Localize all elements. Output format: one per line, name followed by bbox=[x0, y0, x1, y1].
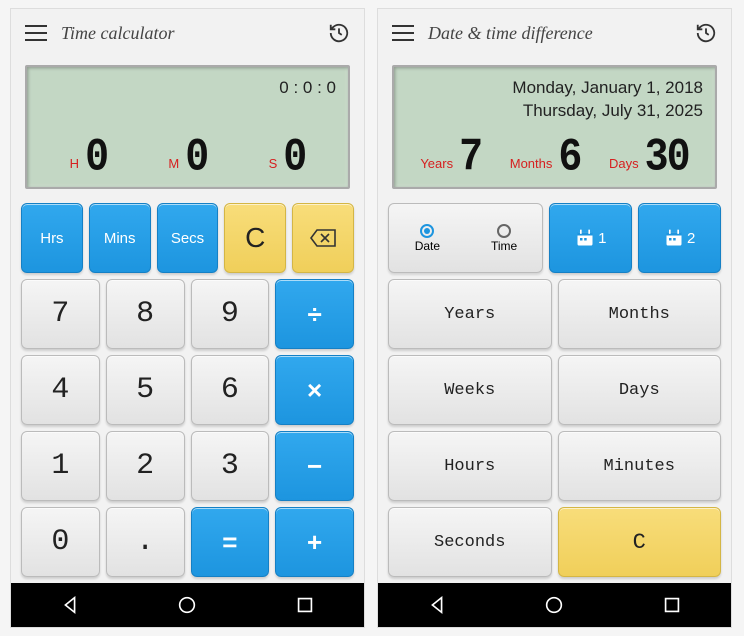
lcd-display: 0 : 0 : 0 H 0 M 0 S 0 bbox=[25, 65, 350, 189]
nav-home-icon[interactable] bbox=[543, 594, 565, 616]
years-button[interactable]: Years bbox=[388, 279, 552, 349]
digit-months: 6 bbox=[558, 133, 580, 185]
calendar-2-button[interactable]: 2 bbox=[638, 203, 721, 273]
label-m: M bbox=[168, 156, 179, 171]
seconds-button[interactable]: Seconds bbox=[388, 507, 552, 577]
radio-off-icon bbox=[497, 224, 511, 238]
lcd-units: Years 7 Months 6 Days 30 bbox=[406, 133, 703, 181]
num-7[interactable]: 7 bbox=[21, 279, 100, 349]
hours-button[interactable]: Hours bbox=[388, 431, 552, 501]
num-0[interactable]: 0 bbox=[21, 507, 100, 577]
segment-date[interactable]: Date bbox=[389, 220, 466, 257]
seconds-button[interactable]: Secs bbox=[157, 203, 219, 273]
radio-on-icon bbox=[420, 224, 434, 238]
divide-button[interactable]: ÷ bbox=[275, 279, 354, 349]
digit-s: 0 bbox=[283, 133, 305, 185]
label-s: S bbox=[269, 156, 278, 171]
num-8[interactable]: 8 bbox=[106, 279, 185, 349]
label-days: Days bbox=[609, 156, 639, 171]
menu-icon[interactable] bbox=[392, 25, 414, 41]
nav-recent-icon[interactable] bbox=[661, 594, 683, 616]
page-title: Date & time difference bbox=[428, 23, 681, 44]
keypad: Date Time 1 bbox=[378, 199, 731, 583]
time-calculator-screen: Time calculator 0 : 0 : 0 H 0 M 0 S 0 bbox=[10, 8, 365, 628]
android-navbar bbox=[378, 583, 731, 627]
clear-button[interactable]: C bbox=[224, 203, 286, 273]
num-2[interactable]: 2 bbox=[106, 431, 185, 501]
num-3[interactable]: 3 bbox=[191, 431, 270, 501]
digit-h: 0 bbox=[85, 133, 107, 185]
menu-icon[interactable] bbox=[25, 25, 47, 41]
label-months: Months bbox=[510, 156, 553, 171]
label-years: Years bbox=[420, 156, 453, 171]
calendar-icon bbox=[664, 228, 684, 248]
nav-recent-icon[interactable] bbox=[294, 594, 316, 616]
header: Time calculator bbox=[11, 9, 364, 57]
digit-days: 30 bbox=[645, 133, 689, 185]
lcd-units: H 0 M 0 S 0 bbox=[39, 133, 336, 181]
keypad: Hrs Mins Secs C 7 8 9 ÷ 4 5 6 × 1 bbox=[11, 199, 364, 583]
subtract-button[interactable]: − bbox=[275, 431, 354, 501]
lcd-readout: 0 : 0 : 0 bbox=[39, 75, 336, 133]
num-9[interactable]: 9 bbox=[191, 279, 270, 349]
date-time-segment: Date Time bbox=[388, 203, 543, 273]
add-button[interactable]: + bbox=[275, 507, 354, 577]
calendar-1-button[interactable]: 1 bbox=[549, 203, 632, 273]
num-6[interactable]: 6 bbox=[191, 355, 270, 425]
label-h: H bbox=[70, 156, 79, 171]
num-5[interactable]: 5 bbox=[106, 355, 185, 425]
digit-m: 0 bbox=[185, 133, 207, 185]
digit-years: 7 bbox=[459, 133, 481, 185]
page-title: Time calculator bbox=[61, 23, 314, 44]
weeks-button[interactable]: Weeks bbox=[388, 355, 552, 425]
segment-time[interactable]: Time bbox=[466, 220, 543, 257]
header: Date & time difference bbox=[378, 9, 731, 57]
calendar-icon bbox=[575, 228, 595, 248]
clear-button[interactable]: C bbox=[558, 507, 722, 577]
backspace-icon bbox=[309, 228, 337, 248]
date-from: Monday, January 1, 2018 bbox=[406, 77, 703, 100]
decimal-button[interactable]: . bbox=[106, 507, 185, 577]
nav-back-icon[interactable] bbox=[426, 594, 448, 616]
lcd-dates: Monday, January 1, 2018 Thursday, July 3… bbox=[406, 75, 703, 133]
num-1[interactable]: 1 bbox=[21, 431, 100, 501]
months-button[interactable]: Months bbox=[558, 279, 722, 349]
minutes-button[interactable]: Minutes bbox=[558, 431, 722, 501]
lcd-display: Monday, January 1, 2018 Thursday, July 3… bbox=[392, 65, 717, 189]
backspace-button[interactable] bbox=[292, 203, 354, 273]
days-button[interactable]: Days bbox=[558, 355, 722, 425]
num-4[interactable]: 4 bbox=[21, 355, 100, 425]
date-to: Thursday, July 31, 2025 bbox=[406, 100, 703, 123]
minutes-button[interactable]: Mins bbox=[89, 203, 151, 273]
nav-home-icon[interactable] bbox=[176, 594, 198, 616]
android-navbar bbox=[11, 583, 364, 627]
nav-back-icon[interactable] bbox=[59, 594, 81, 616]
date-diff-screen: Date & time difference Monday, January 1… bbox=[377, 8, 732, 628]
equals-button[interactable]: = bbox=[191, 507, 270, 577]
hours-button[interactable]: Hrs bbox=[21, 203, 83, 273]
multiply-button[interactable]: × bbox=[275, 355, 354, 425]
history-icon[interactable] bbox=[695, 22, 717, 44]
history-icon[interactable] bbox=[328, 22, 350, 44]
